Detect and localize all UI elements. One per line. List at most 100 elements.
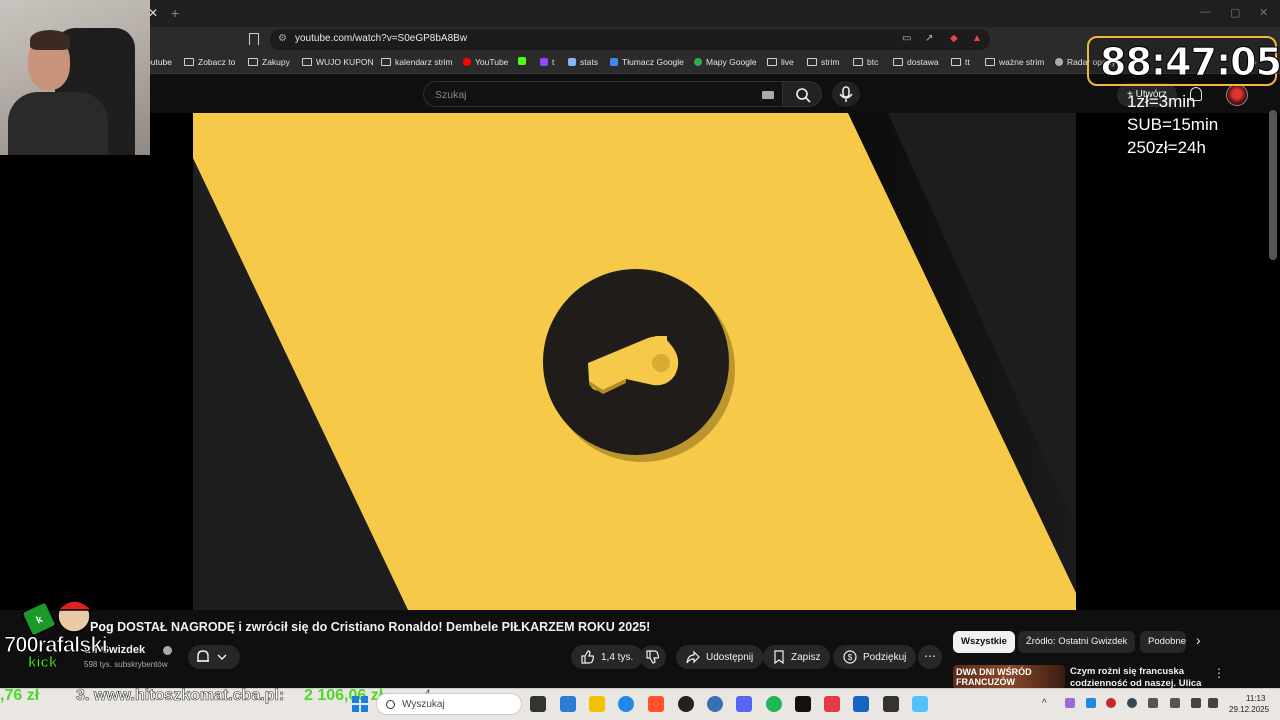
timer-rule: 250zł=24h — [1127, 138, 1206, 157]
cast-icon[interactable]: ▭ — [902, 33, 911, 44]
tray-app-icon[interactable] — [1148, 698, 1158, 708]
maps-icon — [694, 58, 702, 66]
obs-icon[interactable] — [678, 696, 694, 712]
bookmark-item[interactable]: Zobacz to — [184, 57, 235, 67]
bookmark-item[interactable]: t — [540, 57, 554, 67]
spotify-icon[interactable] — [766, 696, 782, 712]
bluetooth-icon[interactable] — [1086, 698, 1096, 708]
chrome-icon[interactable] — [618, 696, 634, 712]
clock-date[interactable]: 29.12.2025 — [1229, 705, 1269, 714]
volume-icon[interactable] — [1208, 698, 1218, 708]
brave-shield-icon[interactable]: ◆ — [950, 33, 958, 44]
bookmark-item[interactable] — [518, 57, 526, 65]
folder-icon — [767, 58, 777, 66]
account-avatar[interactable] — [1226, 84, 1248, 106]
chip-similar[interactable]: Podobne — [1140, 631, 1186, 653]
kebab-menu-icon[interactable]: ⋮ — [1213, 666, 1225, 680]
new-tab-icon[interactable]: + — [171, 5, 179, 21]
share-icon[interactable]: ↗ — [925, 33, 933, 44]
notifications-button[interactable] — [188, 645, 240, 669]
bookmark-item[interactable]: WUJO KUPON — [302, 57, 374, 67]
like-button[interactable]: 1,4 tys. — [571, 645, 644, 669]
search-icon — [386, 700, 395, 709]
bookmark-item[interactable]: tt — [951, 57, 970, 67]
bookmark-item[interactable]: strim — [807, 57, 839, 67]
donation-ticker-amount: ,76 zł — [0, 687, 40, 704]
folder-icon — [951, 58, 961, 66]
tray-chevron-icon[interactable]: ^ — [1042, 698, 1052, 709]
webcam-overlay — [0, 0, 150, 155]
keyboard-icon[interactable] — [762, 91, 774, 99]
rewards-icon[interactable]: ▲ — [972, 33, 982, 44]
app-icon[interactable] — [853, 696, 869, 712]
voice-search-button[interactable] — [832, 81, 860, 107]
bookmark-item[interactable]: live — [767, 57, 794, 67]
notepad-icon[interactable] — [912, 696, 928, 712]
thumbs-down-icon — [646, 650, 660, 664]
window-close-icon[interactable]: ✕ — [1259, 6, 1268, 19]
minimize-icon[interactable]: — — [1200, 6, 1211, 18]
timer-rule: SUB=15min — [1127, 115, 1219, 134]
steam-icon[interactable] — [1127, 698, 1137, 708]
share-button[interactable]: Udostępnij — [676, 645, 764, 669]
search-button[interactable] — [782, 81, 822, 107]
video-player[interactable] — [193, 113, 1076, 610]
share-icon — [686, 650, 700, 664]
radar-icon — [1055, 58, 1063, 66]
search-icon — [796, 88, 811, 103]
search-placeholder: Szukaj — [435, 89, 467, 101]
bookmark-item[interactable]: YouTube — [463, 57, 508, 67]
microphone-icon — [839, 86, 853, 102]
bookmark-item[interactable]: Tłumacz Google — [610, 57, 684, 67]
app-icon[interactable] — [707, 696, 723, 712]
bookmark-item[interactable]: kalendarz strim — [381, 57, 453, 67]
tray-pen-icon[interactable] — [1065, 698, 1075, 708]
bookmark-item[interactable]: Mapy Google — [694, 57, 757, 67]
thanks-button[interactable]: $ Podziękuj — [833, 645, 917, 669]
recommended-video-thumbnail[interactable]: DWA DNI WŚRÓD FRANCUZÓW — [953, 665, 1065, 689]
tray-app-icon[interactable] — [1106, 698, 1116, 708]
folder-icon — [302, 58, 312, 66]
page-background-right — [1076, 113, 1280, 610]
bookmark-icon[interactable] — [249, 33, 259, 45]
streamer-hair — [30, 30, 70, 50]
search-input[interactable]: Szukaj — [423, 81, 785, 107]
bookmark-item[interactable]: Zakupy — [248, 57, 290, 67]
task-view-icon[interactable] — [530, 696, 546, 712]
more-actions-button[interactable]: ⋯ — [918, 645, 942, 669]
maximize-icon[interactable]: ▢ — [1230, 6, 1240, 19]
app-icon[interactable] — [795, 696, 811, 712]
discord-icon[interactable] — [736, 696, 752, 712]
brave-icon[interactable] — [648, 696, 664, 712]
twitch-icon — [540, 58, 548, 66]
tray-app-icon[interactable] — [1170, 698, 1180, 708]
dislike-button[interactable] — [640, 645, 666, 669]
thanks-heart-icon: $ — [843, 650, 857, 664]
bookmark-item[interactable]: stats — [568, 57, 598, 67]
folder-icon — [985, 58, 995, 66]
file-explorer-icon[interactable] — [589, 696, 605, 712]
bell-chevron-icon — [197, 650, 227, 662]
folder-icon — [381, 58, 391, 66]
app-icon[interactable] — [824, 696, 840, 712]
windows-start-icon[interactable] — [352, 696, 368, 712]
chip-source[interactable]: Źródło: Ostatni Gwizdek — [1018, 631, 1136, 653]
url-field[interactable]: ⚙ youtube.com/watch?v=S0eGP8bA8Bw — [270, 29, 990, 50]
page-scrollbar[interactable] — [1269, 110, 1277, 260]
site-info-icon[interactable]: ⚙ — [278, 33, 287, 44]
chevron-right-icon[interactable]: › — [1196, 632, 1201, 648]
video-frame-graphic — [193, 113, 1076, 610]
widgets-icon[interactable] — [560, 696, 576, 712]
save-button[interactable]: Zapisz — [763, 645, 831, 669]
monitor-icon[interactable] — [1191, 698, 1201, 708]
folder-icon — [893, 58, 903, 66]
bookmark-item[interactable]: dostawa — [893, 57, 939, 67]
clock-time[interactable]: 11:13 — [1246, 694, 1265, 703]
app-icon[interactable] — [883, 696, 899, 712]
recommended-video-title[interactable]: Czym rożni się francuska codzienność od … — [1070, 666, 1210, 688]
chip-all[interactable]: Wszystkie — [953, 631, 1015, 653]
bookmark-item[interactable]: btc — [853, 57, 878, 67]
stats-icon — [568, 58, 576, 66]
taskbar-search-input[interactable]: Wyszukaj — [376, 693, 522, 715]
bookmark-item[interactable]: ważne strim — [985, 57, 1044, 67]
